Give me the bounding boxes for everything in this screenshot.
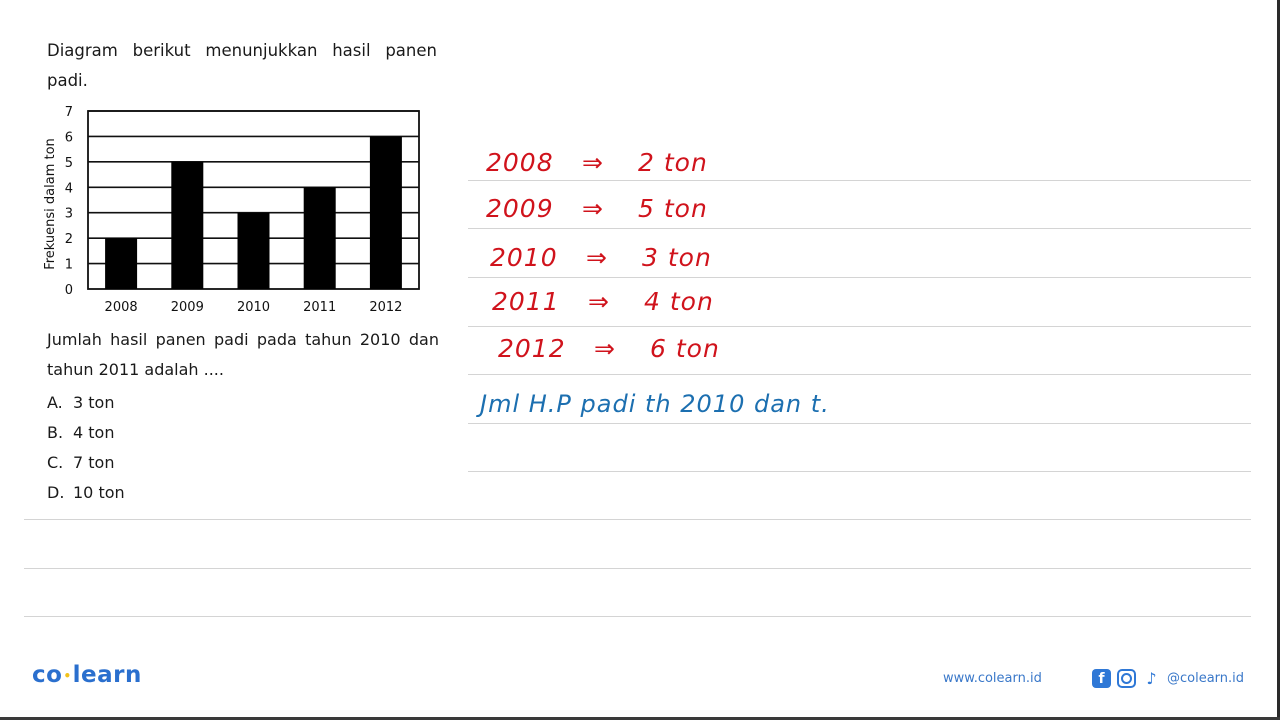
bar-2009 <box>171 161 204 289</box>
hw-year: 2009 <box>486 194 554 223</box>
y-tick-label: 6 <box>65 130 73 145</box>
hw-value: 3 ton <box>642 243 712 272</box>
ruled-line <box>468 374 1251 375</box>
implies-arrow: ⇒ <box>582 148 604 177</box>
option-text: 10 ton <box>73 483 125 502</box>
social-handle[interactable]: @colearn.id <box>1167 671 1244 686</box>
y-axis-label: Frekuensi dalam ton <box>43 138 58 270</box>
ruled-line <box>468 228 1251 229</box>
x-tick-label: 2012 <box>369 300 402 315</box>
question-text: Jumlah hasil panen padi pada tahun 2010 … <box>47 330 439 379</box>
option-text: 7 ton <box>73 453 115 472</box>
hw-year: 2011 <box>492 287 560 316</box>
website-link[interactable]: www.colearn.id <box>943 671 1042 686</box>
handwritten-row: 2011 ⇒ 4 ton <box>492 287 714 316</box>
option-letter: A. <box>47 393 63 412</box>
logo-right: learn <box>72 662 142 688</box>
x-tick-label: 2009 <box>171 300 204 315</box>
option-text: 4 ton <box>73 423 115 442</box>
bar-chart: 0 1 2 3 4 5 6 7 2008 2009 2010 2011 2012 Frekuensi da… <box>43 105 420 315</box>
y-tick-label: 5 <box>65 156 73 171</box>
ruled-line <box>468 180 1251 181</box>
x-tick-label: 2008 <box>105 300 138 315</box>
y-tick-label: 1 <box>65 258 73 273</box>
option-letter: C. <box>47 453 64 472</box>
bar-2010 <box>237 212 270 289</box>
logo-left: co <box>32 662 63 688</box>
question-intro: Diagram berikut menunjukkan hasil panen … <box>47 41 437 90</box>
hw-value: 2 ton <box>638 148 708 177</box>
hw-year: 2012 <box>498 334 566 363</box>
option-text: 3 ton <box>73 393 115 412</box>
hw-year: 2010 <box>490 243 558 272</box>
logo-dot: • <box>63 668 72 683</box>
implies-arrow: ⇒ <box>588 287 610 316</box>
ruled-line <box>24 519 1251 520</box>
y-tick-label: 4 <box>65 181 73 196</box>
implies-arrow: ⇒ <box>582 194 604 223</box>
implies-arrow: ⇒ <box>594 334 616 363</box>
ruled-line <box>24 568 1251 569</box>
hw-value: 4 ton <box>644 287 714 316</box>
handwritten-row: 2010 ⇒ 3 ton <box>490 243 712 272</box>
colearn-logo: co•learn <box>32 662 142 688</box>
option-b[interactable]: B. 4 ton <box>47 418 125 448</box>
y-tick-label: 7 <box>65 105 73 120</box>
answer-options: A. 3 ton B. 4 ton C. 7 ton D. 10 ton <box>47 388 125 508</box>
ruled-line <box>468 326 1251 327</box>
hw-year: 2008 <box>486 148 554 177</box>
handwritten-row: 2008 ⇒ 2 ton <box>486 148 708 177</box>
hw-value: 6 ton <box>650 334 720 363</box>
y-tick-label: 3 <box>65 207 73 222</box>
social-links: f ♪ @colearn.id <box>1092 669 1244 688</box>
bar-2008 <box>105 238 138 289</box>
ruled-line <box>468 471 1251 472</box>
option-letter: B. <box>47 423 64 442</box>
bar-2011 <box>303 187 336 289</box>
option-c[interactable]: C. 7 ton <box>47 448 125 478</box>
bar-2012 <box>369 136 402 289</box>
handwritten-note: Jml H.P padi th 2010 dan t. <box>480 390 830 418</box>
x-tick-label: 2011 <box>303 300 336 315</box>
ruled-line <box>468 423 1251 424</box>
tiktok-icon[interactable]: ♪ <box>1142 669 1161 688</box>
option-letter: D. <box>47 483 65 502</box>
ruled-line <box>468 277 1251 278</box>
x-tick-label: 2010 <box>237 300 270 315</box>
ruled-line <box>24 616 1251 617</box>
handwritten-row: 2012 ⇒ 6 ton <box>498 334 720 363</box>
y-tick-label: 2 <box>65 232 73 247</box>
facebook-icon[interactable]: f <box>1092 669 1111 688</box>
option-a[interactable]: A. 3 ton <box>47 388 125 418</box>
implies-arrow: ⇒ <box>586 243 608 272</box>
instagram-icon[interactable] <box>1117 669 1136 688</box>
hw-value: 5 ton <box>638 194 708 223</box>
option-d[interactable]: D. 10 ton <box>47 478 125 508</box>
handwritten-row: 2009 ⇒ 5 ton <box>486 194 708 223</box>
y-tick-label: 0 <box>65 283 73 298</box>
